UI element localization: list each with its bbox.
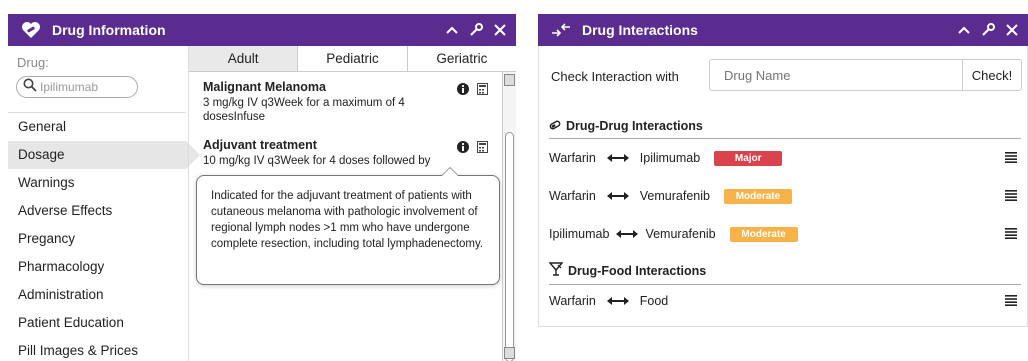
dose-item: Malignant Melanoma 3 mg/kg IV q3Week for…	[203, 80, 490, 124]
sidebar-item-adverse-effects[interactable]: Adverse Effects	[8, 197, 186, 225]
drug-drug-title: Drug-Drug Interactions	[566, 119, 703, 133]
dose-text: 3 mg/kg IV q3Week for a maximum of 4 dos…	[203, 97, 405, 123]
drug-drug-section: Drug-Drug Interactions Warfarin Ipilimum…	[549, 119, 1021, 253]
drug-a: Warfarin	[549, 189, 596, 203]
interaction-row[interactable]: Warfarin Vemurafenib Moderate	[549, 177, 1021, 215]
check-button[interactable]: Check!	[962, 59, 1022, 91]
close-icon[interactable]	[492, 22, 508, 38]
drug-b: Vemurafenib	[639, 189, 710, 203]
food-icon	[548, 262, 564, 279]
drug-a: Warfarin	[549, 294, 596, 308]
severity-badge: Major	[714, 150, 783, 166]
drug-a: Warfarin	[549, 151, 596, 165]
drug-a: Ipilimumab	[549, 227, 610, 241]
food-label: Food	[639, 294, 669, 308]
chevron-up-icon[interactable]	[956, 22, 972, 38]
dose-title: Malignant Melanoma	[203, 80, 326, 94]
check-label: Check Interaction with	[551, 69, 679, 84]
check-interaction-row: Check Interaction with Check!	[539, 59, 1027, 93]
sidebar-item-pregnancy[interactable]: Pregancy	[8, 225, 186, 253]
sidebar-item-administration[interactable]: Administration	[8, 281, 186, 309]
menu-icon[interactable]	[1005, 189, 1017, 204]
chevron-up-icon[interactable]	[444, 22, 460, 38]
double-arrow-icon	[606, 191, 630, 201]
nav-list: General Dosage Warnings Adverse Effects …	[8, 112, 200, 361]
drug-b: Ipilimumab	[639, 151, 701, 165]
search-input[interactable]	[40, 80, 128, 94]
dose-title: Adjuvant treatment	[203, 138, 317, 152]
info-icon[interactable]	[457, 82, 469, 100]
interaction-arrows-icon	[550, 21, 572, 39]
drug-name-input[interactable]	[709, 59, 963, 91]
interaction-row[interactable]: Warfarin Ipilimumab Major	[549, 139, 1021, 177]
drug-food-section: Drug-Food Interactions Warfarin Food	[548, 262, 1021, 317]
double-arrow-icon	[606, 296, 630, 306]
close-icon[interactable]	[1004, 22, 1020, 38]
indication-tooltip: Indicated for the adjuvant treatment of …	[196, 167, 500, 285]
sidebar-item-dosage[interactable]: Dosage	[8, 141, 200, 169]
drug-food-header: Drug-Food Interactions	[548, 262, 1021, 285]
pill-icon	[549, 119, 561, 133]
sidebar: Drug: General Dosage Warnings Adverse Ef…	[8, 46, 200, 361]
scroll-thumb[interactable]	[505, 132, 514, 361]
tab-pediatric[interactable]: Pediatric	[298, 46, 408, 71]
sidebar-item-general[interactable]: General	[8, 113, 186, 141]
panel-title: Drug Information	[52, 22, 166, 38]
scroll-up-arrow[interactable]	[504, 74, 515, 86]
interaction-row[interactable]: Warfarin Food	[549, 285, 1021, 317]
severity-badge: Moderate	[723, 188, 792, 204]
double-arrow-icon	[606, 153, 630, 163]
tab-adult[interactable]: Adult	[189, 46, 299, 71]
sidebar-item-patient-education[interactable]: Patient Education	[8, 309, 186, 337]
menu-icon[interactable]	[1005, 294, 1017, 309]
age-tabs: Adult Pediatric Geriatric	[189, 46, 516, 72]
interaction-row[interactable]: Ipilimumab Vemurafenib Moderate	[549, 215, 1021, 253]
wrench-icon[interactable]	[980, 22, 996, 38]
dose-item: Adjuvant treatment 10 mg/kg IV q3Week fo…	[203, 138, 490, 168]
menu-icon[interactable]	[1005, 151, 1017, 166]
heart-pill-icon	[20, 21, 42, 39]
double-arrow-icon	[615, 229, 639, 239]
drug-drug-header: Drug-Drug Interactions	[549, 119, 1021, 139]
severity-badge: Moderate	[729, 226, 798, 242]
wrench-icon[interactable]	[468, 22, 484, 38]
dose-text: 10 mg/kg IV q3Week for 4 doses followed …	[203, 155, 431, 167]
tab-geriatric[interactable]: Geriatric	[407, 46, 516, 71]
info-icon[interactable]	[457, 140, 469, 158]
scroll-down-arrow[interactable]	[504, 347, 515, 359]
dosage-scrollbar[interactable]	[502, 72, 516, 361]
sidebar-item-warnings[interactable]: Warnings	[8, 169, 186, 197]
drug-interactions-titlebar: Drug Interactions	[538, 14, 1028, 46]
drug-b: Vemurafenib	[645, 227, 716, 241]
calculator-icon[interactable]	[477, 140, 488, 158]
drug-information-titlebar: Drug Information	[8, 14, 516, 46]
panel-title: Drug Interactions	[582, 22, 698, 38]
drug-food-title: Drug-Food Interactions	[568, 263, 707, 278]
sidebar-item-pharmacology[interactable]: Pharmacology	[8, 253, 186, 281]
drug-search[interactable]	[16, 76, 138, 98]
sidebar-item-pill-images-prices[interactable]: Pill Images & Prices	[8, 337, 186, 361]
menu-icon[interactable]	[1005, 227, 1017, 242]
calculator-icon[interactable]	[477, 82, 488, 100]
drug-interactions-panel: Drug Interactions Check Interaction with…	[538, 14, 1028, 327]
search-icon	[23, 78, 37, 97]
drug-label: Drug:	[17, 55, 49, 70]
